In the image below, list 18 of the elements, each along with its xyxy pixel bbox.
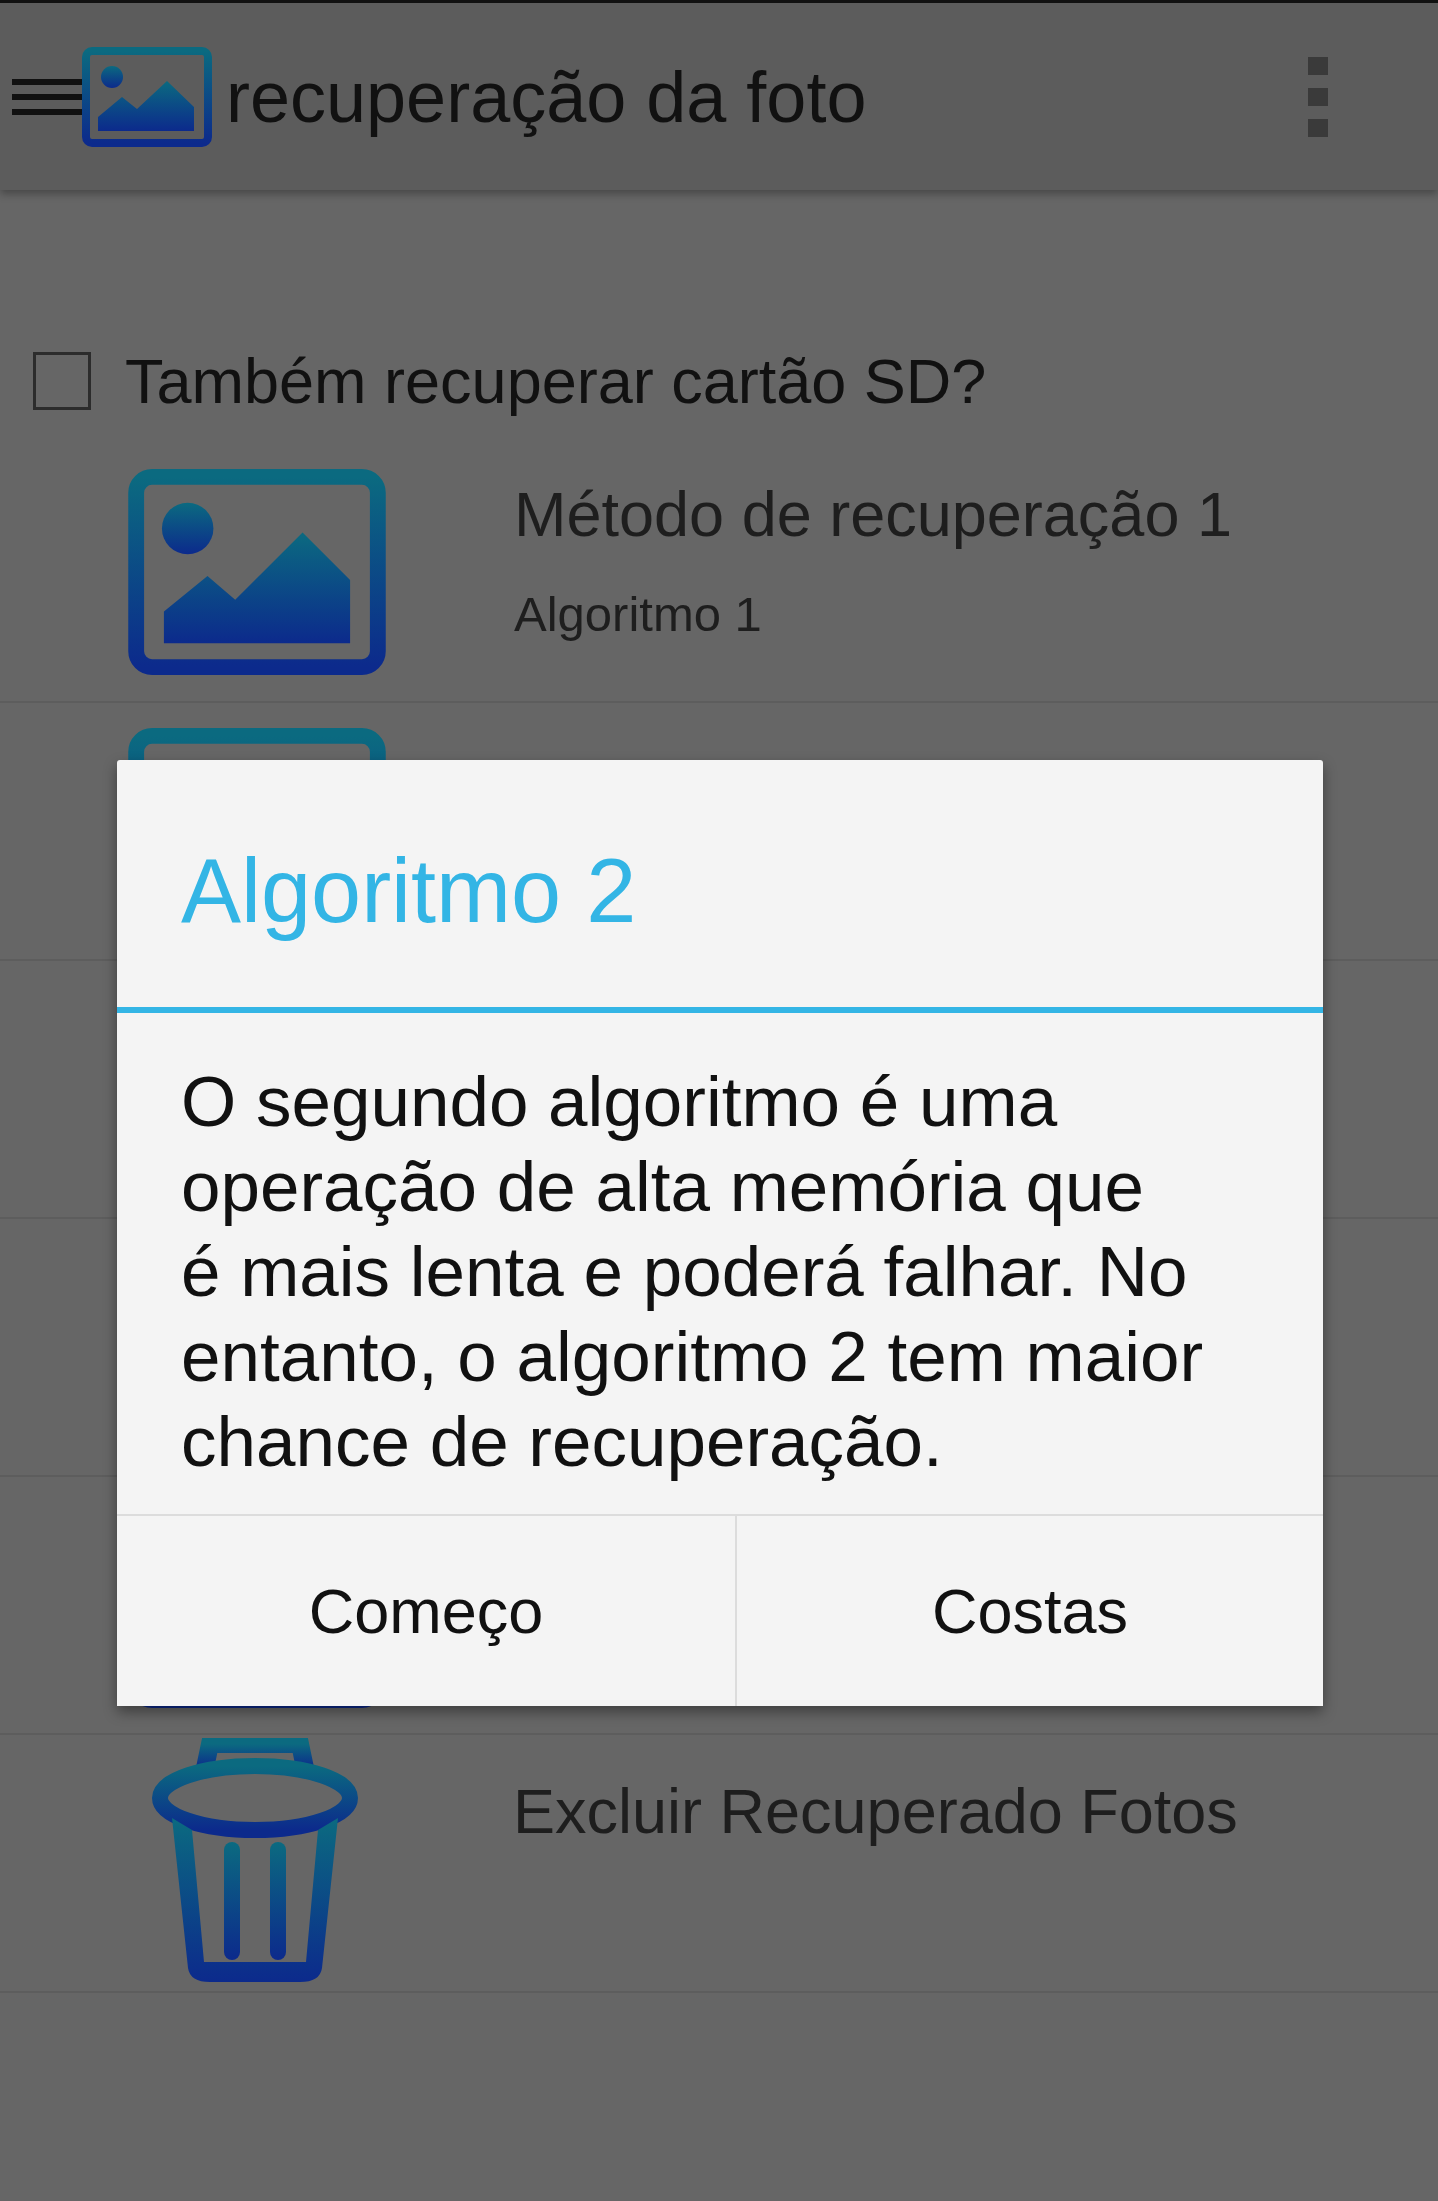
dialog-message-line: chance de recuperação. bbox=[181, 1401, 944, 1483]
item-title: Excluir Recuperado Fotos bbox=[513, 1775, 1238, 1847]
dialog-message-line: operação de alta memória que bbox=[181, 1146, 1146, 1228]
dialog-button[interactable]: Começo bbox=[117, 1516, 737, 1706]
checkbox[interactable] bbox=[33, 352, 91, 410]
image-icon bbox=[82, 46, 212, 147]
app-title: recuperação da foto bbox=[226, 55, 868, 138]
item-title: Método de recuperação 1 bbox=[514, 478, 1232, 550]
more-options-icon[interactable] bbox=[1308, 56, 1328, 137]
image-icon bbox=[128, 468, 386, 675]
dialog-button[interactable]: Costas bbox=[737, 1516, 1323, 1706]
checkbox-label: Também recuperar cartão SD? bbox=[125, 345, 987, 417]
menu-icon[interactable] bbox=[12, 78, 82, 115]
dialog-message-line: é mais lenta e poderá falhar. No bbox=[181, 1231, 1189, 1313]
item-subtitle: Algoritmo 1 bbox=[514, 586, 763, 642]
dialog-message-line: entanto, o algoritmo 2 tem maior bbox=[181, 1316, 1205, 1398]
dialog-message-line: O segundo algoritmo é uma bbox=[181, 1061, 1059, 1143]
dialog-title: Algoritmo 2 bbox=[117, 760, 1323, 1013]
